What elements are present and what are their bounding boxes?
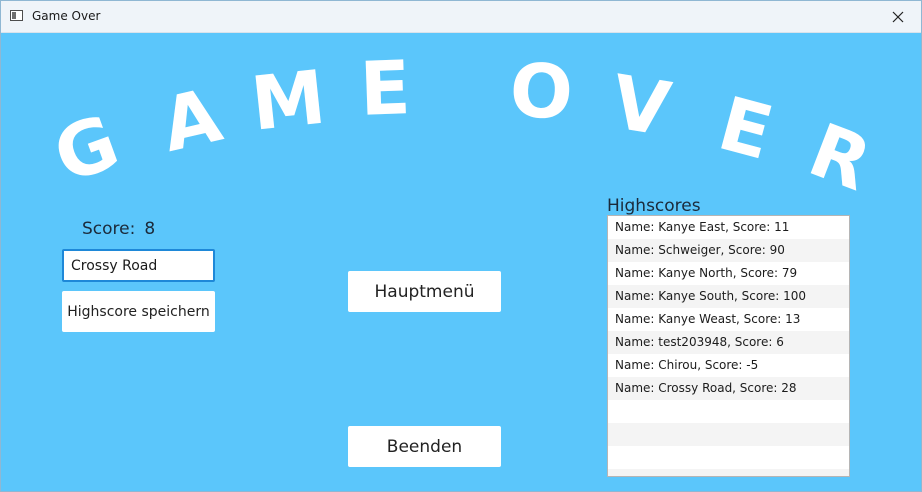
list-item[interactable]: Name: Kanye East, Score: 11 — [608, 216, 849, 239]
list-item[interactable]: Name: Schweiger, Score: 90 — [608, 239, 849, 262]
title-bar: Game Over — [1, 1, 921, 33]
banner-letter: V — [606, 59, 676, 153]
close-icon — [892, 11, 904, 22]
banner-letter: E — [710, 81, 781, 177]
list-item — [608, 400, 849, 423]
score-display: Score: 8 — [82, 219, 155, 239]
banner-letter: G — [43, 99, 130, 193]
banner-letter: E — [358, 45, 412, 133]
list-item — [608, 446, 849, 469]
list-item — [608, 469, 849, 476]
list-item[interactable]: Name: test203948, Score: 6 — [608, 331, 849, 354]
game-over-window: Game Over G A M E O V E R Score: 8 Highsc… — [0, 0, 922, 492]
list-item — [608, 423, 849, 446]
main-menu-button[interactable]: Hauptmenü — [348, 271, 501, 312]
banner-letter: M — [247, 55, 329, 148]
window-title: Game Over — [32, 9, 101, 23]
player-name-input[interactable] — [62, 249, 215, 282]
banner-letter: A — [154, 72, 229, 169]
app-icon — [10, 10, 23, 21]
score-value: 8 — [144, 219, 156, 239]
list-item[interactable]: Name: Crossy Road, Score: 28 — [608, 377, 849, 400]
score-label: Score: — [82, 219, 136, 239]
list-item[interactable]: Name: Kanye South, Score: 100 — [608, 285, 849, 308]
list-item[interactable]: Name: Kanye North, Score: 79 — [608, 262, 849, 285]
highscores-title: Highscores — [607, 196, 701, 216]
highscores-list[interactable]: Name: Kanye East, Score: 11 Name: Schwei… — [607, 215, 850, 477]
save-highscore-button[interactable]: Highscore speichern — [62, 291, 215, 332]
game-over-banner: G A M E O V E R — [43, 45, 882, 193]
list-item[interactable]: Name: Chirou, Score: -5 — [608, 354, 849, 377]
banner-letter: O — [508, 47, 575, 136]
list-item[interactable]: Name: Kanye Weast, Score: 13 — [608, 308, 849, 331]
banner-letter: R — [798, 107, 882, 193]
quit-button[interactable]: Beenden — [348, 426, 501, 467]
close-button[interactable] — [875, 1, 921, 32]
